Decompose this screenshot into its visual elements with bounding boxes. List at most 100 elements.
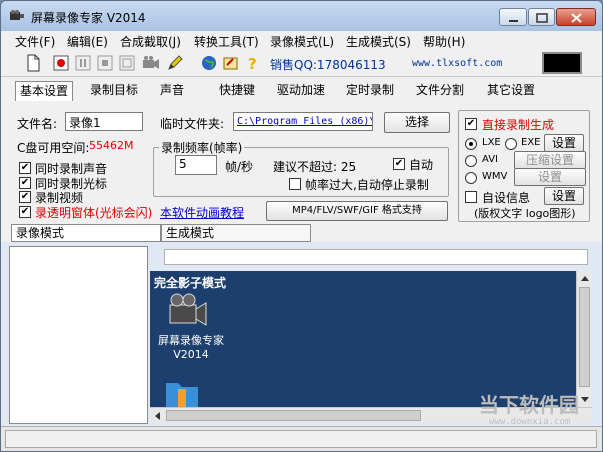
auto-fps-checkbox[interactable]: ✔	[393, 158, 405, 170]
maximize-icon	[536, 13, 548, 23]
tab-basic[interactable]: 基本设置	[15, 81, 73, 101]
camera-app-icon	[10, 10, 24, 20]
transparent-window-label: 录透明窗体(光标会闪)	[35, 206, 153, 220]
auto-stop-label: 帧率过大,自动停止录制	[305, 178, 429, 192]
preview-title: 完全影子模式	[154, 276, 227, 290]
preview-box	[542, 52, 582, 74]
folder-icon[interactable]	[164, 377, 200, 407]
copyright-note: (版权文字 logo图形)	[474, 207, 576, 220]
close-button[interactable]	[556, 8, 596, 26]
tab-sound[interactable]: 声音	[154, 81, 190, 101]
tab-timer[interactable]: 定时录制	[341, 81, 399, 101]
tools-icon[interactable]	[221, 53, 241, 73]
tab-hotkey[interactable]: 快捷键	[211, 81, 263, 101]
format-support-button[interactable]: MP4/FLV/SWF/GIF 格式支持	[266, 201, 448, 221]
format-avi-radio[interactable]	[465, 155, 477, 167]
menu-file[interactable]: 文件(F)	[15, 33, 55, 50]
auto-fps-label: 自动	[409, 158, 434, 172]
watermark-text: 当下软件园	[479, 393, 579, 417]
scroll-up-icon[interactable]	[577, 271, 593, 285]
toolbar: ? 销售QQ:178046113 www.tlxsoft.com	[1, 49, 602, 77]
close-icon	[571, 13, 582, 23]
direct-record-label: 直接录制生成	[482, 118, 555, 132]
filename-label: 文件名:	[17, 117, 58, 131]
tab-record-mode[interactable]: 录像模式	[11, 224, 161, 242]
auto-stop-checkbox[interactable]	[289, 178, 301, 190]
menu-convert[interactable]: 转换工具(T)	[194, 33, 259, 50]
progress-bar	[164, 249, 588, 265]
preview-area: 完全影子模式 屏幕录像专家V2014	[150, 271, 576, 407]
mode-tabs: 录像模式 生成模式	[1, 224, 602, 242]
scroll-thumb[interactable]	[579, 287, 590, 387]
help-icon[interactable]: ?	[243, 53, 263, 73]
direct-record-checkbox[interactable]: ✔	[465, 118, 477, 130]
fps-suggest: 建议不超过: 25	[273, 160, 357, 174]
svg-text:?: ?	[248, 55, 257, 73]
record-cursor-checkbox[interactable]: ✔	[19, 177, 31, 189]
video-camera-icon[interactable]	[166, 291, 210, 331]
record-video-checkbox[interactable]: ✔	[19, 191, 31, 203]
pause-icon[interactable]	[73, 53, 93, 73]
format-lxe-radio[interactable]	[465, 138, 477, 150]
format-wmv-radio[interactable]	[465, 172, 477, 184]
tab-split[interactable]: 文件分割	[411, 81, 469, 101]
wmv-settings-button[interactable]: 设置	[514, 168, 586, 186]
camera-icon[interactable]	[141, 53, 161, 73]
app-window: 屏幕录像专家 V2014 文件(F) 编辑(E) 合成截取(J) 转换工具(T)…	[0, 0, 603, 452]
tab-driver[interactable]: 驱动加速	[273, 81, 329, 101]
custom-info-checkbox[interactable]	[465, 191, 477, 203]
tempdir-input[interactable]: C:\Program Files (x86)\	[233, 112, 373, 131]
format-avi-label: AVI	[482, 154, 498, 165]
format-exe-radio[interactable]	[505, 138, 517, 150]
maximize-button[interactable]	[528, 8, 555, 26]
format-exe-label: EXE	[521, 137, 541, 148]
tutorial-link[interactable]: 本软件动画教程	[160, 204, 244, 221]
format-lxe-label: LXE	[482, 137, 501, 148]
minimize-button[interactable]	[499, 8, 527, 26]
format-wmv-label: WMV	[482, 171, 508, 182]
vertical-scrollbar[interactable]	[576, 271, 592, 407]
menu-edit[interactable]: 编辑(E)	[67, 33, 108, 50]
tab-generate-mode[interactable]: 生成模式	[161, 224, 311, 242]
scroll-left-icon[interactable]	[150, 408, 164, 424]
pen-icon[interactable]	[165, 53, 185, 73]
globe-icon[interactable]	[199, 53, 219, 73]
tempdir-label: 临时文件夹:	[160, 117, 225, 131]
desktop-icon-label: 屏幕录像专家V2014	[158, 334, 224, 361]
menu-record-mode[interactable]: 录像模式(L)	[270, 33, 334, 50]
window-title: 屏幕录像专家 V2014	[31, 11, 146, 25]
status-field	[5, 430, 597, 448]
new-file-icon[interactable]	[23, 53, 43, 73]
screenshot-icon[interactable]	[117, 53, 137, 73]
basic-settings-panel: 文件名: 录像1 临时文件夹: C:\Program Files (x86)\ …	[1, 102, 602, 224]
minimize-icon	[509, 20, 518, 22]
lxe-settings-button[interactable]: 设置	[544, 134, 584, 152]
sales-qq: 销售QQ:178046113	[270, 58, 386, 72]
fps-group-title: 录制频率(帧率)	[159, 139, 245, 156]
custom-info-label: 自设信息	[482, 191, 531, 205]
scroll-down-icon[interactable]	[577, 393, 593, 407]
hscroll-thumb[interactable]	[166, 410, 421, 421]
menu-help[interactable]: 帮助(H)	[423, 33, 465, 50]
fps-input[interactable]: 5	[175, 155, 217, 175]
tab-other[interactable]: 其它设置	[481, 81, 541, 101]
status-bar	[1, 426, 602, 451]
tab-target[interactable]: 录制目标	[84, 81, 144, 101]
record-sound-checkbox[interactable]: ✔	[19, 162, 31, 174]
record-icon[interactable]	[51, 53, 71, 73]
title-bar[interactable]: 屏幕录像专家 V2014	[1, 1, 602, 31]
filename-input[interactable]: 录像1	[65, 112, 143, 131]
stop-icon[interactable]	[95, 53, 115, 73]
settings-tabs: 基本设置 录制目标 声音 快捷键 驱动加速 定时录制 文件分割 其它设置	[1, 77, 602, 102]
select-folder-button[interactable]: 选择	[384, 112, 450, 133]
disk-space-label: C盘可用空间:	[17, 141, 90, 155]
compress-settings-button[interactable]: 压缩设置	[514, 151, 586, 169]
menu-compose[interactable]: 合成截取(J)	[120, 33, 181, 50]
website[interactable]: www.tlxsoft.com	[412, 58, 502, 69]
transparent-window-checkbox[interactable]: ✔	[19, 206, 31, 218]
recording-list[interactable]	[9, 246, 148, 424]
menu-generate-mode[interactable]: 生成模式(S)	[346, 33, 411, 50]
menu-bar: 文件(F) 编辑(E) 合成截取(J) 转换工具(T) 录像模式(L) 生成模式…	[1, 31, 602, 49]
custom-info-settings-button[interactable]: 设置	[544, 187, 584, 205]
fps-unit: 帧/秒	[225, 160, 254, 174]
